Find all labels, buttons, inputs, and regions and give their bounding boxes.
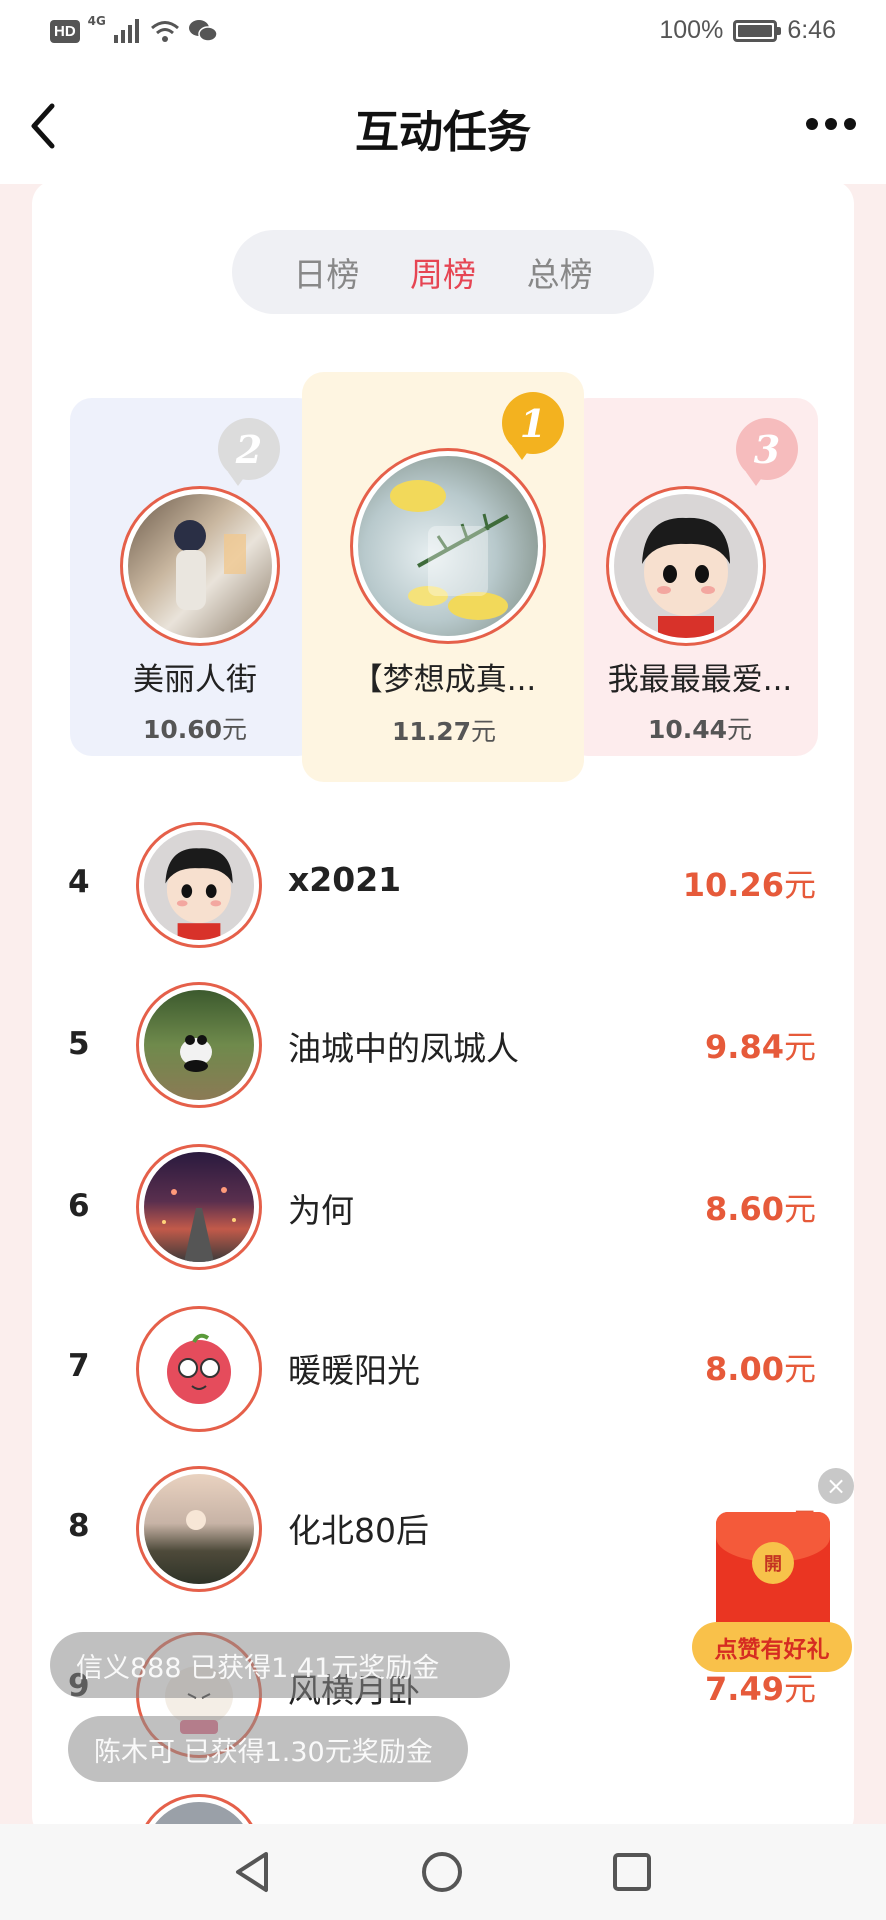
- period-tabs: 日榜 周榜 总榜: [232, 230, 654, 314]
- cartoon-boy-icon: [165, 848, 233, 940]
- cartoon-boy-icon: [642, 517, 730, 638]
- close-icon[interactable]: ×: [818, 1468, 854, 1504]
- tab-weekly[interactable]: 周榜: [410, 248, 476, 296]
- wechat-icon: [188, 20, 218, 42]
- lychee-mascot-icon: [167, 1333, 231, 1404]
- reward-toast: 陈木可 已获得1.30元奖励金: [68, 1716, 468, 1782]
- rank-2-badge-icon: 2: [218, 418, 280, 486]
- user-amount: 8.00元: [705, 1350, 816, 1388]
- night-street-photo-icon: [162, 1187, 236, 1262]
- list-avatar[interactable]: [136, 1144, 262, 1270]
- list-avatar[interactable]: [136, 982, 262, 1108]
- rank-number: 6: [68, 1188, 90, 1224]
- podium-second-amount: 10.60元: [142, 715, 248, 744]
- clock: 6:46: [787, 16, 836, 44]
- rank-3-badge-icon: 3: [736, 418, 798, 486]
- rank-number: 7: [68, 1348, 90, 1384]
- status-right: 100% 6:46: [659, 16, 836, 45]
- status-left: HD 4G: [50, 14, 218, 44]
- list-item[interactable]: 6 为何 8.60元: [0, 1144, 886, 1274]
- podium-first-amount: 11.27元: [391, 717, 497, 746]
- user-name: 油城中的凤城人: [288, 1029, 519, 1068]
- tab-total[interactable]: 总榜: [527, 248, 593, 296]
- podium-third-amount: 10.44元: [647, 715, 753, 744]
- list-avatar[interactable]: [136, 1306, 262, 1432]
- home-circle-icon[interactable]: [420, 1850, 464, 1894]
- wifi-icon: [150, 21, 179, 42]
- list-item[interactable]: 5 油城中的凤城人 9.84元: [0, 982, 886, 1112]
- user-name: 暖暖阳光: [288, 1351, 420, 1390]
- page-title: 互动任务: [355, 107, 531, 158]
- recents-square-icon[interactable]: [610, 1850, 654, 1894]
- rank-number: 5: [68, 1026, 90, 1062]
- list-avatar[interactable]: [136, 1466, 262, 1592]
- avatar-first[interactable]: [350, 448, 546, 644]
- rank-1-badge-icon: 1: [502, 392, 564, 460]
- user-name: x2021: [288, 860, 402, 899]
- list-item[interactable]: 7 暖暖阳光 8.00元: [0, 1304, 886, 1434]
- podium-first-name: 【梦想成真...: [351, 662, 537, 698]
- sunset-photo-icon: [186, 1510, 206, 1530]
- avatar-third[interactable]: [606, 486, 766, 646]
- open-seal-icon: 開: [752, 1542, 794, 1584]
- user-name: 化北80后: [288, 1511, 429, 1550]
- rank-number: 4: [68, 864, 90, 900]
- user-name: 为何: [288, 1191, 354, 1230]
- panda-photo-icon: [180, 1035, 212, 1072]
- list-item[interactable]: 4 x2021 10.26元: [0, 820, 886, 950]
- system-nav-bar: [0, 1824, 886, 1920]
- user-amount: 9.84元: [705, 1028, 816, 1066]
- avatar-second[interactable]: [120, 486, 280, 646]
- reward-toast: 信义888 已获得1.41元奖励金: [50, 1632, 510, 1698]
- battery-icon: [733, 19, 782, 42]
- rank-number: 8: [68, 1508, 90, 1544]
- network-type: 4G: [87, 14, 106, 28]
- red-packet-label[interactable]: 点赞有好礼: [692, 1622, 852, 1672]
- red-packet-button[interactable]: 開: [716, 1512, 830, 1640]
- user-amount: 10.26元: [682, 866, 816, 904]
- user-amount: 8.60元: [705, 1190, 816, 1228]
- podium-third-name: 我最最最爱...: [607, 662, 793, 698]
- person-photo-icon: [174, 520, 246, 610]
- tab-daily[interactable]: 日榜: [293, 248, 359, 296]
- signal-icon: [113, 19, 139, 43]
- nav-bar: 互动任务: [0, 66, 886, 184]
- podium-second-name: 美丽人街: [133, 662, 257, 698]
- back-triangle-icon[interactable]: [232, 1850, 276, 1894]
- status-bar: HD 4G 100% 6:46: [0, 0, 886, 66]
- hd-badge: HD: [50, 19, 80, 43]
- lemon-drink-photo-icon: [390, 480, 509, 620]
- more-options-icon[interactable]: [806, 118, 856, 130]
- battery-percent: 100%: [659, 16, 724, 44]
- list-avatar[interactable]: [136, 822, 262, 948]
